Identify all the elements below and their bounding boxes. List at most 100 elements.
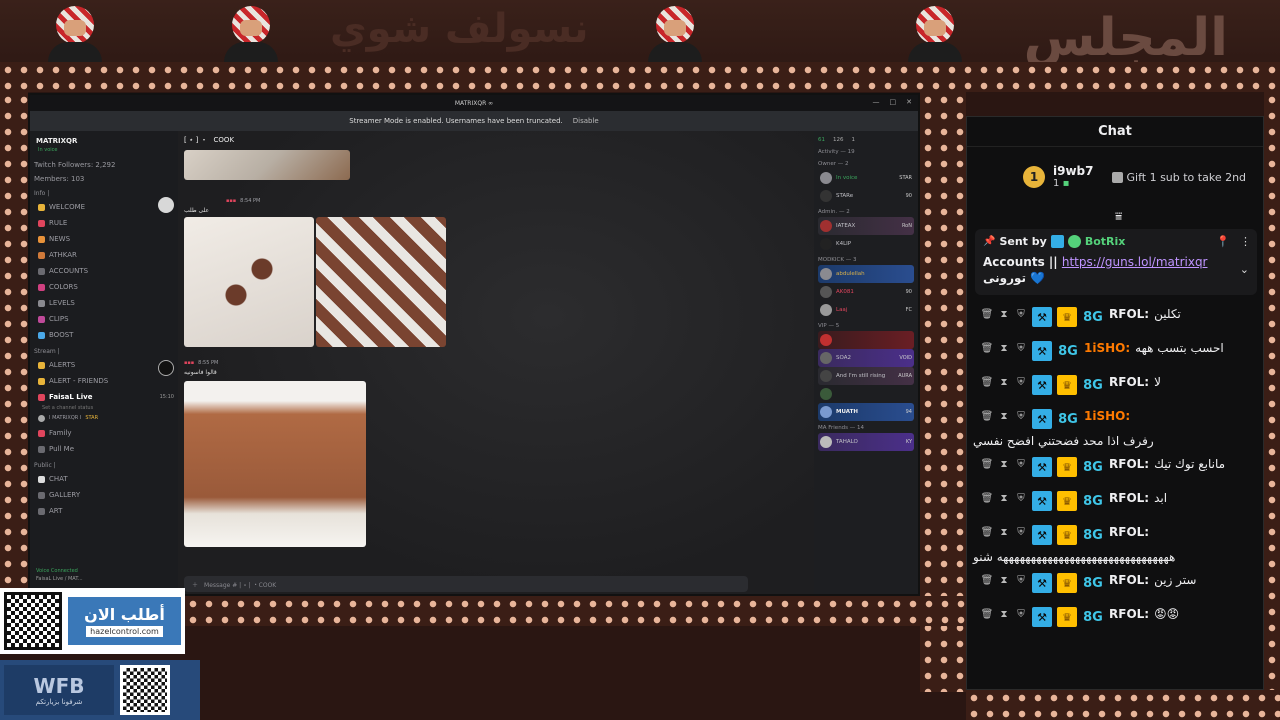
timeout-icon[interactable]: ⧗ xyxy=(998,308,1010,320)
pinned-link[interactable]: https://guns.lol/matrixqr xyxy=(1062,255,1208,269)
category-info[interactable]: Info | xyxy=(30,185,178,199)
wfb-ad-banner[interactable]: WFB شرفونا بزيارتكم xyxy=(0,660,200,720)
delete-icon[interactable]: 🗑 xyxy=(981,608,994,620)
ban-icon[interactable]: ⛨ xyxy=(1015,608,1027,620)
chat-message[interactable]: 🗑 ⧗ ⛨ ⚒ ♛ 8G RFOL: لا xyxy=(981,367,1257,401)
chat-username[interactable]: RFOL: xyxy=(1109,457,1149,471)
channel-faisal-live[interactable]: FaisaL Live 15:10 xyxy=(30,389,178,405)
timeout-icon[interactable]: ⧗ xyxy=(998,410,1010,422)
ban-icon[interactable]: ⛨ xyxy=(1015,308,1027,320)
member-row[interactable]: K4LIP xyxy=(818,235,914,253)
ban-icon[interactable]: ⛨ xyxy=(1015,376,1027,388)
timeout-icon[interactable]: ⧗ xyxy=(998,608,1010,620)
gift-sub-button[interactable]: Gift 1 sub to take 2nd xyxy=(1111,171,1246,184)
add-icon[interactable]: ＋ xyxy=(192,580,198,589)
channel-pull-me[interactable]: Pull Me xyxy=(30,441,178,457)
channel-family[interactable]: Family xyxy=(30,425,178,441)
delete-icon[interactable]: 🗑 xyxy=(981,526,994,538)
attachment-image[interactable] xyxy=(184,381,366,547)
member-row[interactable]: TAHALO KY xyxy=(818,433,914,451)
ban-icon[interactable]: ⛨ xyxy=(1015,458,1027,470)
disable-button[interactable]: Disable xyxy=(573,117,599,125)
member-row[interactable]: STARe 90 xyxy=(818,187,914,205)
maximize-icon[interactable]: □ xyxy=(890,98,897,106)
chat-username[interactable]: 1iSHO: xyxy=(1084,409,1130,423)
channel-chat[interactable]: CHAT xyxy=(30,471,178,487)
attachment-image[interactable] xyxy=(184,150,350,180)
attachment-image[interactable] xyxy=(184,217,314,347)
chat-username[interactable]: RFOL: xyxy=(1109,491,1149,505)
timeout-icon[interactable]: ⧗ xyxy=(998,492,1010,504)
chat-message[interactable]: 🗑 ⧗ ⛨ ⚒ ♛ 8G RFOL: مانابع توك تيك xyxy=(981,449,1257,483)
chat-message[interactable]: 🗑 ⧗ ⛨ ⚒ ♛ 8G RFOL: هههههههههههههههههههههههههههه… xyxy=(973,517,1257,565)
member-row[interactable]: IATEAX RoN xyxy=(818,217,914,235)
chat-message[interactable]: 🗑 ⧗ ⛨ ⚒ ♛ 8G RFOL: ابد xyxy=(981,483,1257,517)
chat-message[interactable]: 🗑 ⧗ ⛨ ⚒ ♛ 8G RFOL: ستر زين xyxy=(981,565,1257,599)
voice-user[interactable]: I MATRIXQR I STAR xyxy=(30,411,178,425)
timeout-icon[interactable]: ⧗ xyxy=(998,574,1010,586)
channel-boost[interactable]: BOOST xyxy=(30,327,178,343)
collapse-icon[interactable]: ⩸ xyxy=(1115,209,1122,224)
close-icon[interactable]: ✕ xyxy=(906,98,912,106)
chat-message[interactable]: 🗑 ⧗ ⛨ ⚒ ♛ 8G RFOL: تكلين xyxy=(981,299,1257,333)
channel-news[interactable]: NEWS xyxy=(30,231,178,247)
channel-athkar[interactable]: ATHKAR xyxy=(30,247,178,263)
category-stream[interactable]: Stream | xyxy=(30,343,178,357)
channel-levels[interactable]: LEVELS xyxy=(30,295,178,311)
member-row[interactable]: In voice STAR xyxy=(818,169,914,187)
chat-username[interactable]: RFOL: xyxy=(1109,573,1149,587)
member-row[interactable] xyxy=(818,331,914,349)
delete-icon[interactable]: 🗑 xyxy=(981,574,994,586)
server-name[interactable]: MATRIXQR xyxy=(30,135,178,147)
delete-icon[interactable]: 🗑 xyxy=(981,308,994,320)
unpin-icon[interactable]: 📍 xyxy=(1216,235,1230,248)
chat-username[interactable]: RFOL: xyxy=(1109,375,1149,389)
member-row[interactable]: Laaj FC xyxy=(818,301,914,319)
member-row[interactable]: abdulellah xyxy=(818,265,914,283)
chevron-down-icon[interactable]: ⌄ xyxy=(1240,263,1249,276)
author-name[interactable]: ▪▪▪ xyxy=(226,198,236,204)
channel-colors[interactable]: COLORS xyxy=(30,279,178,295)
leaderboard[interactable]: 1 i9wb7 1 ▪ Gift 1 sub to take 2nd ⩸ xyxy=(967,147,1263,223)
channel-alert-friends[interactable]: ALERT - FRIENDS xyxy=(30,373,178,389)
avatar[interactable] xyxy=(158,360,174,376)
chat-message[interactable]: 🗑 ⧗ ⛨ ⚒ ♛ 8G RFOL: 😡😡 xyxy=(981,599,1257,633)
ban-icon[interactable]: ⛨ xyxy=(1015,526,1027,538)
chat-username[interactable]: RFOL: xyxy=(1109,525,1149,539)
message-input[interactable]: ＋ Message # | ⋆ | ・COOK xyxy=(184,576,748,592)
timeout-icon[interactable]: ⧗ xyxy=(998,376,1010,388)
delete-icon[interactable]: 🗑 xyxy=(981,492,994,504)
bot-name[interactable]: BotRix xyxy=(1085,235,1126,248)
chat-message[interactable]: 🗑 ⧗ ⛨ ⚒ 8G 1iSHO: رفرف اذا محد فضحتني افضح نفس… xyxy=(973,401,1257,449)
channel-welcome[interactable]: WELCOME xyxy=(30,199,178,215)
delete-icon[interactable]: 🗑 xyxy=(981,410,994,422)
chat-username[interactable]: RFOL: xyxy=(1109,607,1149,621)
chat-username[interactable]: RFOL: xyxy=(1109,307,1149,321)
chat-username[interactable]: 1iSHO: xyxy=(1084,341,1130,355)
ban-icon[interactable]: ⛨ xyxy=(1015,342,1027,354)
order-ad-banner[interactable]: أطلب الان hazelcontrol.com xyxy=(0,588,185,654)
category-public[interactable]: Public | xyxy=(30,457,178,471)
member-row[interactable]: SOA2 VOID xyxy=(818,349,914,367)
more-options-icon[interactable]: ⋮ xyxy=(1240,235,1251,248)
channel-gallery[interactable]: GALLERY xyxy=(30,487,178,503)
channel-alerts[interactable]: ALERTS xyxy=(30,357,178,373)
author-name[interactable]: ▪▪▪ xyxy=(184,360,194,366)
channel-clips[interactable]: CLIPS xyxy=(30,311,178,327)
timeout-icon[interactable]: ⧗ xyxy=(998,526,1010,538)
chat-message[interactable]: 🗑 ⧗ ⛨ ⚒ 8G 1iSHO: احسب بتسب ههه xyxy=(981,333,1257,367)
avatar[interactable] xyxy=(158,197,174,213)
member-row[interactable] xyxy=(818,385,914,403)
attachment-image[interactable] xyxy=(316,217,446,347)
delete-icon[interactable]: 🗑 xyxy=(981,458,994,470)
timeout-icon[interactable]: ⧗ xyxy=(998,342,1010,354)
member-row[interactable]: AK081 90 xyxy=(818,283,914,301)
channel-rule[interactable]: RULE xyxy=(30,215,178,231)
ban-icon[interactable]: ⛨ xyxy=(1015,492,1027,504)
delete-icon[interactable]: 🗑 xyxy=(981,342,994,354)
channel-art[interactable]: ART xyxy=(30,503,178,519)
timeout-icon[interactable]: ⧗ xyxy=(998,458,1010,470)
ban-icon[interactable]: ⛨ xyxy=(1015,410,1027,422)
minimize-icon[interactable]: — xyxy=(873,98,880,106)
channel-accounts[interactable]: ACCOUNTS xyxy=(30,263,178,279)
